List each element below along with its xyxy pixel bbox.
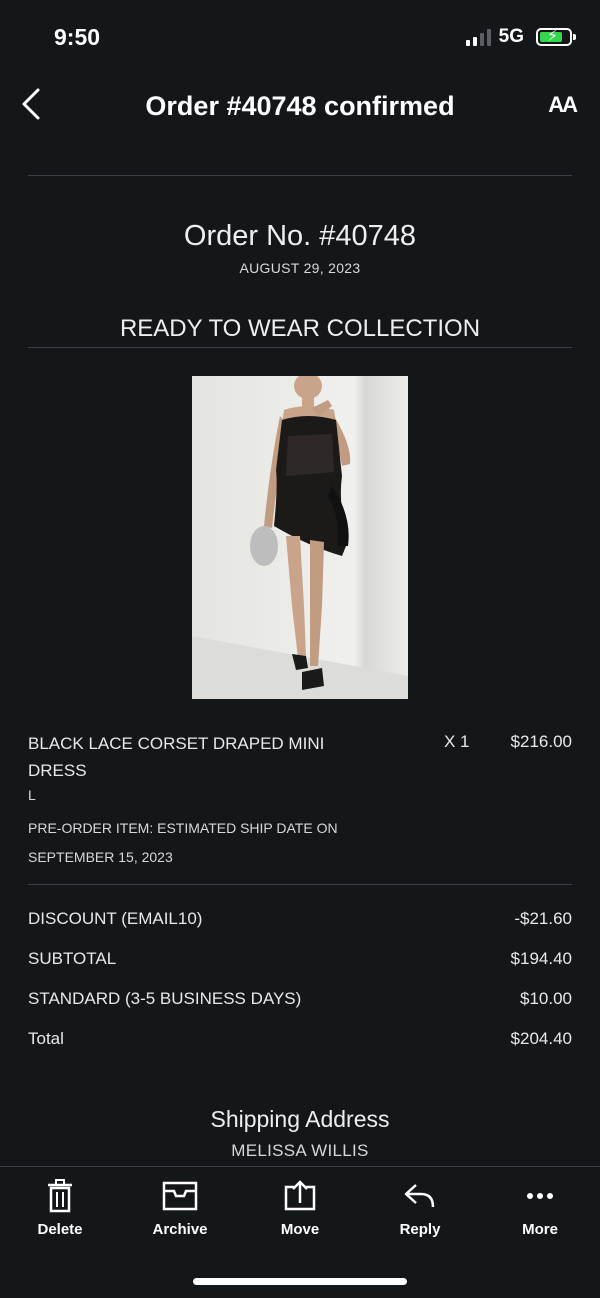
item-quantity: X 1 — [444, 732, 470, 751]
shipping-address-heading: Shipping Address — [210, 1106, 390, 1132]
email-header: Order #40748 confirmed AA — [0, 76, 600, 136]
order-date: AUGUST 29, 2023 — [239, 260, 361, 276]
status-time: 9:50 — [54, 24, 101, 50]
home-indicator[interactable] — [193, 1278, 407, 1285]
trash-icon — [48, 1179, 72, 1213]
summary-label: DISCOUNT (EMAIL10) — [28, 909, 203, 928]
summary-label: SUBTOTAL — [28, 949, 117, 968]
reply-button[interactable]: Reply — [370, 1179, 470, 1238]
more-icon — [527, 1193, 553, 1199]
summary-row-discount: DISCOUNT (EMAIL10) -$21.60 — [28, 909, 572, 929]
text-size-icon: AA — [548, 92, 578, 117]
collection-divider — [28, 347, 572, 348]
summary-value: $204.40 — [510, 1029, 572, 1048]
reply-label: Reply — [399, 1221, 441, 1238]
item-preorder-note: PRE-ORDER ITEM: ESTIMATED SHIP DATE ON S… — [28, 820, 338, 865]
archive-button[interactable]: Archive — [130, 1179, 230, 1238]
summary-value: $10.00 — [520, 989, 572, 1008]
items-divider — [28, 884, 572, 885]
delete-label: Delete — [37, 1221, 83, 1238]
summary-label: STANDARD (3-5 BUSINESS DAYS) — [28, 989, 302, 1008]
summary-row-total: Total $204.40 — [28, 1029, 572, 1049]
status-bar: 9:50 5G ⚡ — [0, 0, 600, 76]
network-label: 5G — [498, 26, 524, 47]
more-button[interactable]: More — [490, 1179, 590, 1238]
summary-value: $194.40 — [510, 949, 572, 968]
summary-label: Total — [28, 1029, 64, 1048]
delete-button[interactable]: Delete — [10, 1179, 110, 1238]
email-subject: Order #40748 confirmed — [145, 91, 455, 121]
move-icon — [284, 1180, 316, 1211]
status-indicators: 5G ⚡ — [465, 26, 576, 48]
battery-icon: ⚡ — [536, 28, 576, 46]
text-size-button[interactable]: AA — [548, 92, 578, 118]
order-number: Order No. #40748 — [183, 220, 417, 252]
item-name: BLACK LACE CORSET DRAPED MINI DRESS — [28, 734, 325, 780]
archive-icon — [162, 1181, 198, 1211]
product-image — [192, 376, 408, 699]
reply-icon — [404, 1184, 435, 1208]
move-button[interactable]: Move — [250, 1179, 350, 1238]
move-label: Move — [280, 1221, 320, 1238]
collection-heading: READY TO WEAR COLLECTION — [119, 315, 481, 342]
archive-label: Archive — [152, 1221, 208, 1238]
signal-icon — [465, 28, 491, 46]
shipping-name: MELISSA WILLIS — [231, 1141, 369, 1160]
header-divider — [28, 175, 572, 176]
item-price: $216.00 — [510, 732, 572, 751]
summary-row-subtotal: SUBTOTAL $194.40 — [28, 949, 572, 969]
summary-value: -$21.60 — [514, 909, 572, 928]
summary-row-shipping: STANDARD (3-5 BUSINESS DAYS) $10.00 — [28, 989, 572, 1009]
more-label: More — [522, 1221, 558, 1238]
item-size: L — [28, 787, 36, 803]
